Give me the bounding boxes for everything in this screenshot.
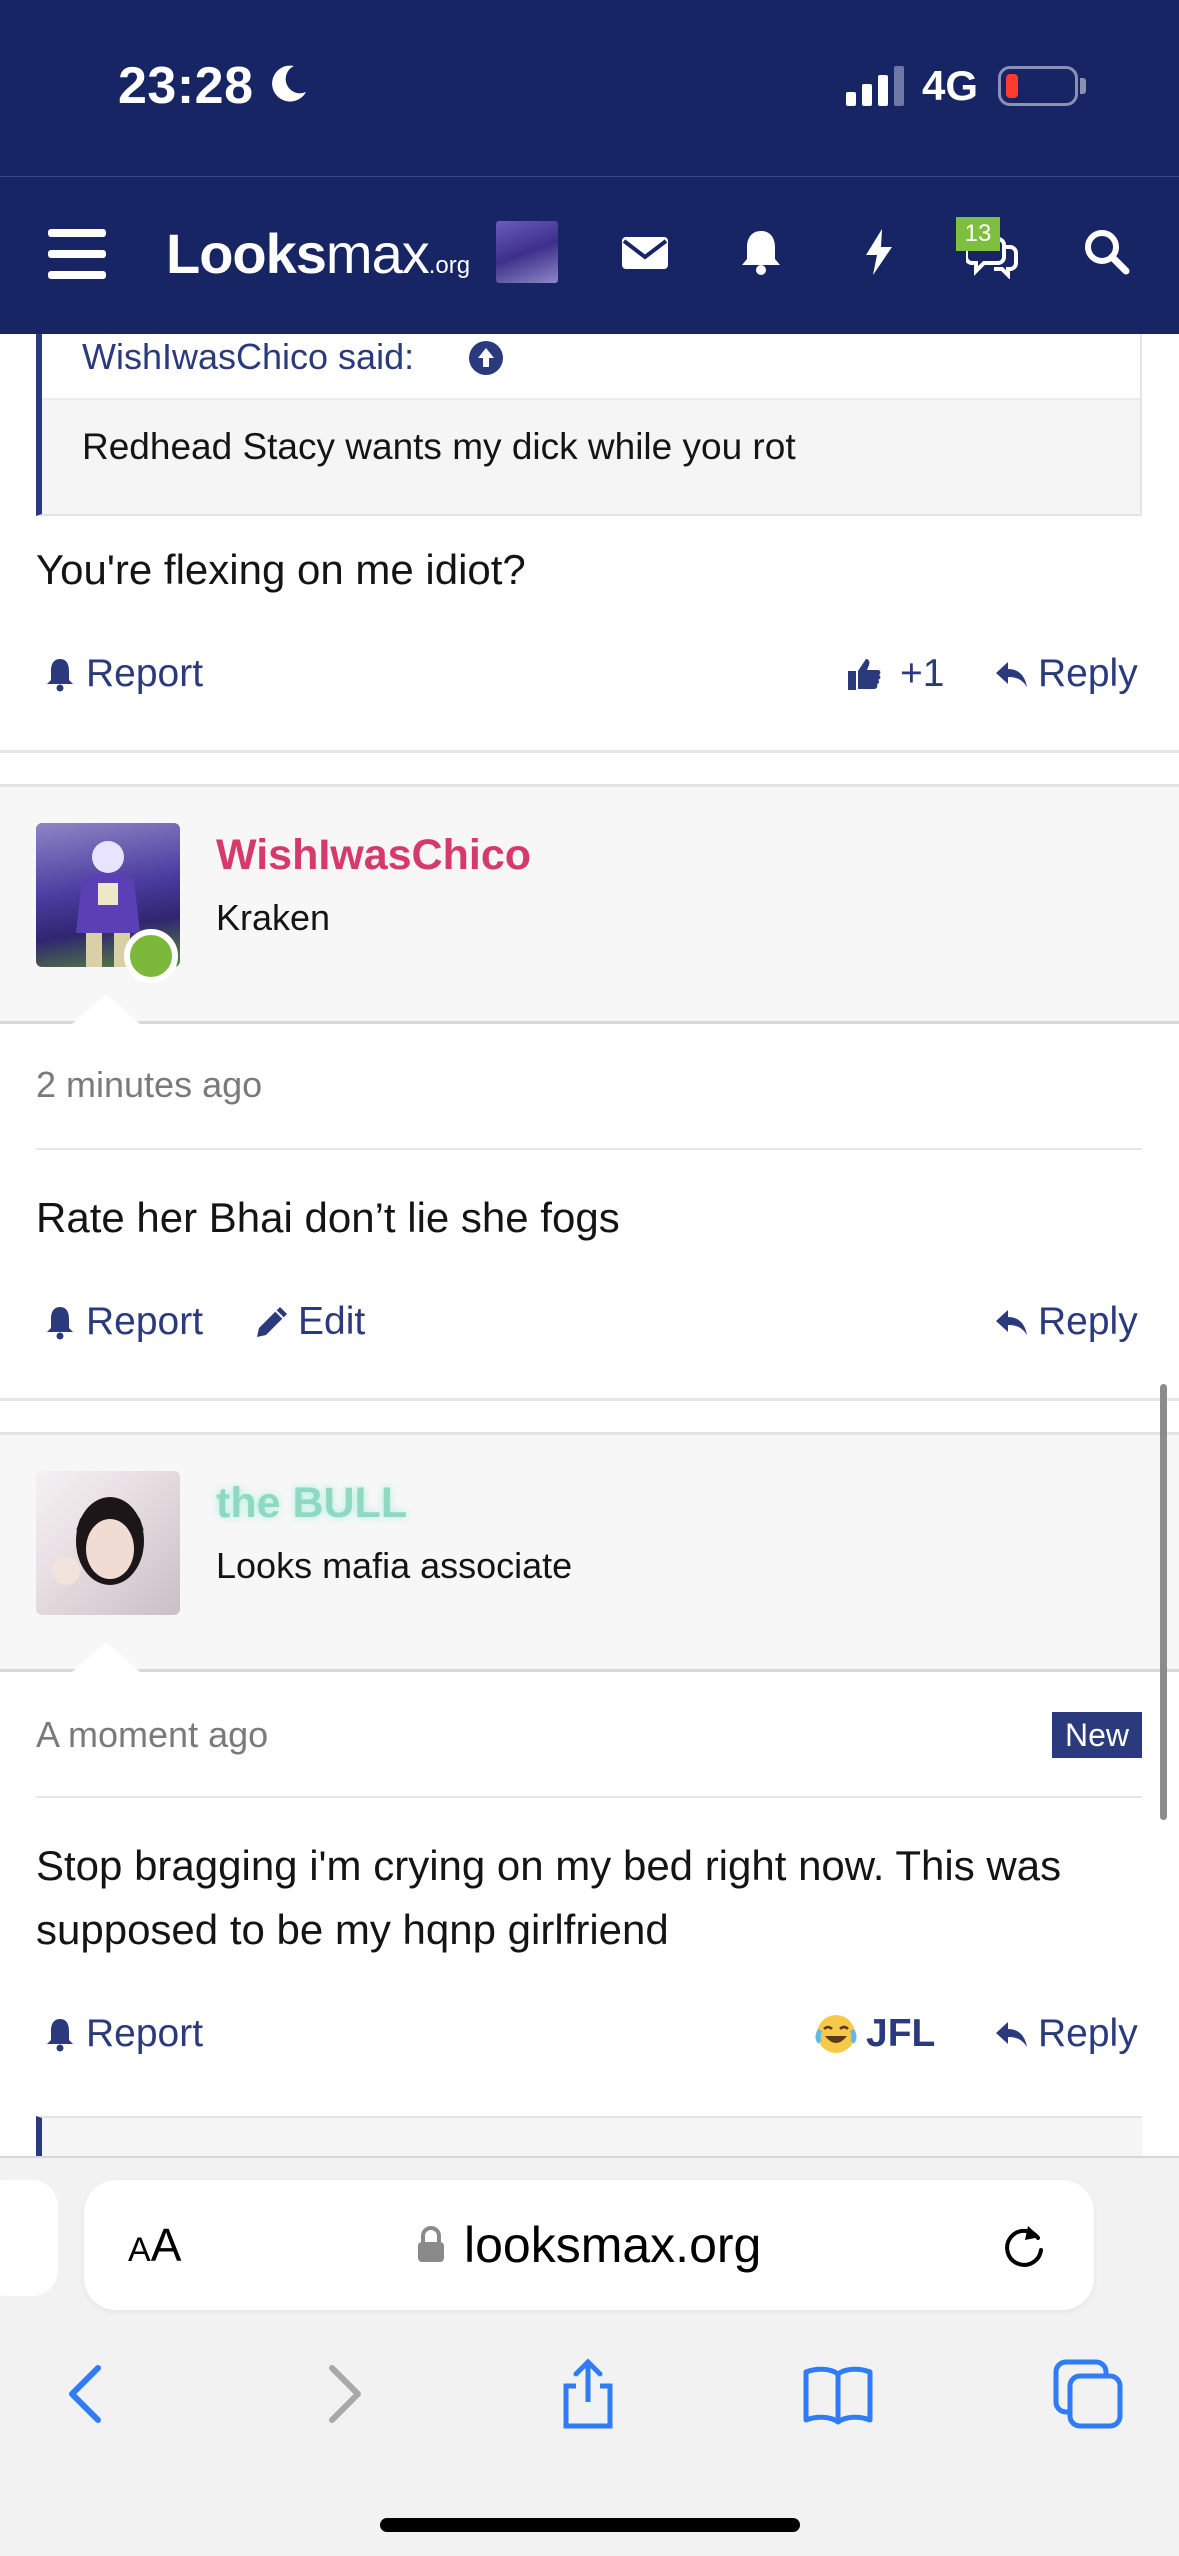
thumbs-up-icon: [848, 659, 881, 690]
user-title: Looks mafia associate: [216, 1545, 573, 1586]
band-pointer: [72, 1642, 140, 1672]
bookmarks-icon[interactable]: [800, 2356, 876, 2432]
url-text[interactable]: looksmax.org: [464, 2216, 761, 2274]
report-label: Report: [86, 652, 204, 695]
tabs-icon[interactable]: [1050, 2356, 1126, 2432]
envelope-icon[interactable]: [618, 225, 672, 279]
bell-icon: [47, 1307, 73, 1340]
next-quote-block: [36, 2116, 1142, 2156]
forward-icon[interactable]: [304, 2356, 380, 2432]
home-indicator[interactable]: [380, 2518, 800, 2532]
share-icon[interactable]: [550, 2356, 626, 2432]
status-time: 23:28: [118, 57, 254, 115]
post-timestamp[interactable]: A moment ago: [36, 1714, 268, 1756]
moon-icon: [272, 65, 306, 102]
logo-main: Looks: [166, 222, 327, 285]
quote-block: WishIwasChico said: Redhead Stacy wants …: [36, 334, 1142, 516]
back-icon[interactable]: [50, 2356, 126, 2432]
post-timestamp[interactable]: 2 minutes ago: [36, 1064, 262, 1106]
quote-author[interactable]: WishIwasChico said:: [82, 336, 414, 378]
report-button[interactable]: Report: [42, 1300, 203, 1344]
site-logo[interactable]: Looksmax.org: [166, 221, 470, 286]
post-message-2: Rate her Bhai don’t lie she fogs: [36, 1194, 620, 1241]
report-button[interactable]: Report: [42, 2012, 203, 2056]
up-arrow-icon[interactable]: [468, 340, 504, 376]
crying-laughing-emoji-icon: [815, 2015, 857, 2053]
thread-content: WishIwasChico said: Redhead Stacy wants …: [0, 334, 1179, 2156]
reaction-button[interactable]: JFL: [814, 2012, 935, 2056]
conversations-badge: 13: [956, 217, 1000, 251]
safari-address-area: AA looksmax.org: [0, 2156, 1179, 2316]
quote-header: WishIwasChico said:: [42, 334, 1140, 400]
thin-divider: [36, 1796, 1142, 1798]
network-type: 4G: [922, 62, 979, 109]
profile-photo: [52, 1497, 144, 1585]
search-icon[interactable]: [1080, 225, 1134, 279]
username[interactable]: the BULL: [216, 1479, 407, 1528]
post-divider: [0, 750, 1179, 753]
user-title: Kraken: [216, 897, 331, 938]
hamburger-icon[interactable]: [48, 229, 106, 279]
reply-button[interactable]: Reply: [994, 1300, 1138, 1344]
username[interactable]: WishIwasChico: [216, 831, 531, 880]
reply-arrow-icon: [996, 2022, 1027, 2047]
like-count: +1: [900, 652, 945, 695]
previous-tab-peek[interactable]: [0, 2180, 58, 2296]
reaction-label: JFL: [866, 2012, 936, 2055]
pencil-icon: [257, 1307, 287, 1337]
reply-arrow-icon: [996, 1310, 1027, 1335]
report-label: Report: [86, 2012, 204, 2055]
logo-rest: max: [325, 222, 430, 285]
new-badge: New: [1052, 1712, 1142, 1758]
reply-button[interactable]: Reply: [994, 652, 1138, 696]
post-author-band: WishIwasChico Kraken: [0, 784, 1179, 1024]
report-label: Report: [86, 1300, 204, 1343]
reply-button[interactable]: Reply: [994, 2012, 1138, 2056]
post-message-3: Stop bragging i'm crying on my bed right…: [36, 1842, 1062, 1953]
lock-icon: [418, 2226, 444, 2262]
reply-label: Reply: [1038, 2012, 1138, 2055]
post-divider: [0, 1398, 1179, 1401]
status-bar: 23:28 4G: [0, 0, 1179, 176]
safari-toolbar: [0, 2316, 1179, 2556]
quote-text: Redhead Stacy wants my dick while you ro…: [82, 426, 796, 467]
address-bar[interactable]: AA looksmax.org: [84, 2180, 1094, 2310]
edit-button[interactable]: Edit: [254, 1300, 365, 1344]
like-button[interactable]: +1: [846, 652, 944, 696]
battery-icon: [998, 66, 1078, 106]
online-status-indicator: [124, 929, 178, 983]
bell-icon: [47, 659, 73, 692]
signal-bars-icon: [846, 66, 904, 106]
bell-icon: [47, 2019, 73, 2052]
post-message-1: You're flexing on me idiot?: [36, 546, 526, 593]
avatar[interactable]: [496, 221, 558, 283]
reply-label: Reply: [1038, 1300, 1138, 1343]
lightning-icon[interactable]: [852, 225, 906, 279]
reply-arrow-icon: [996, 662, 1027, 687]
bell-icon[interactable]: [734, 225, 788, 279]
edit-label: Edit: [298, 1300, 366, 1343]
page-scrollbar[interactable]: [1160, 1384, 1167, 1820]
post-author-band: the BULL Looks mafia associate: [0, 1432, 1179, 1672]
avatar[interactable]: [36, 1471, 180, 1615]
forum-nav-bar: Looksmax.org 13: [0, 176, 1179, 334]
logo-tld: .org: [428, 252, 471, 279]
reader-aa-button[interactable]: AA: [128, 2218, 181, 2272]
band-pointer: [72, 994, 140, 1024]
report-button[interactable]: Report: [42, 652, 203, 696]
thin-divider: [36, 1148, 1142, 1150]
battery-tip: [1080, 78, 1086, 94]
reload-icon[interactable]: [998, 2220, 1050, 2272]
reply-label: Reply: [1038, 652, 1138, 695]
